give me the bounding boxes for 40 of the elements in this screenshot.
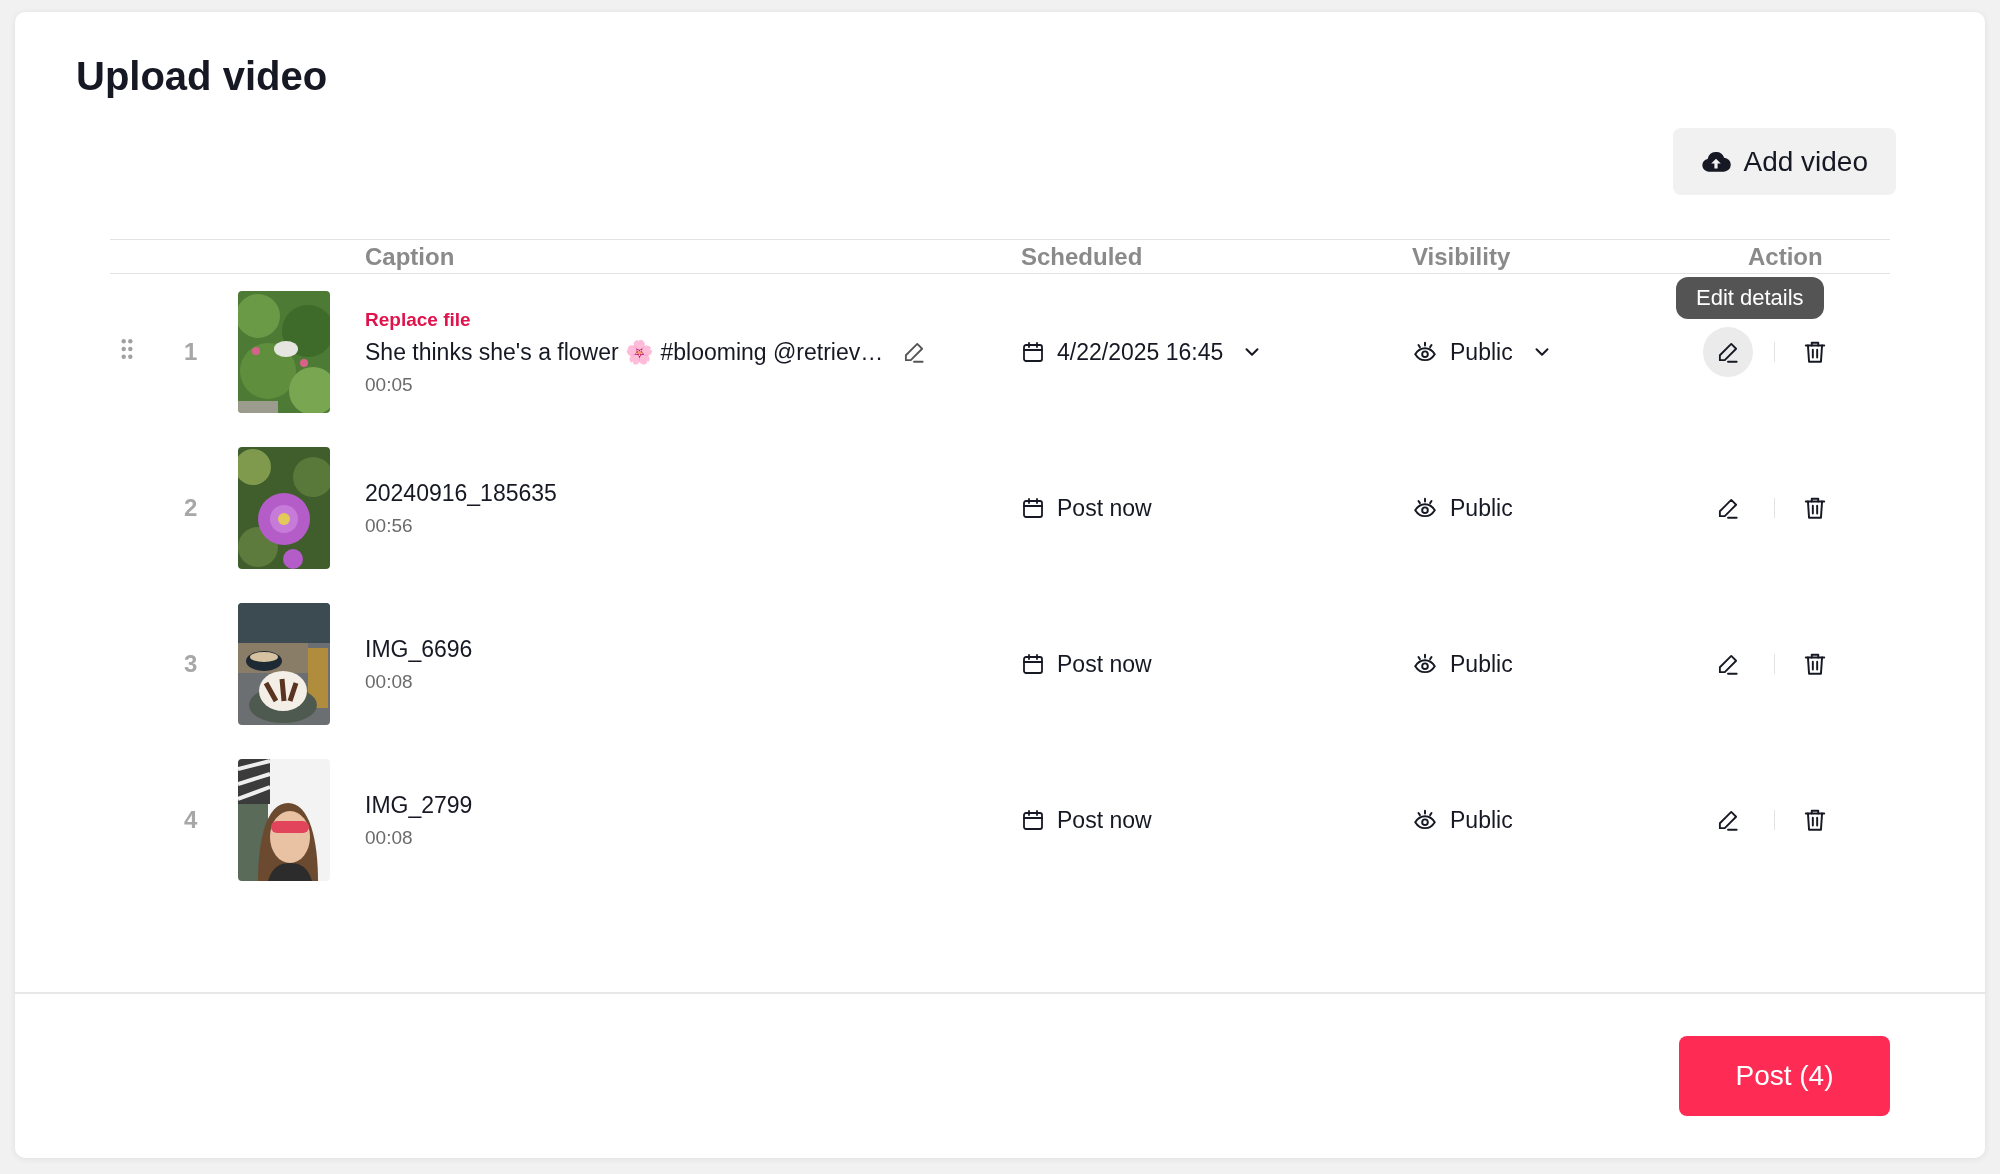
caption-text: IMG_2799 — [365, 791, 473, 819]
drag-handle-icon[interactable] — [120, 338, 134, 360]
page-title: Upload video — [76, 53, 329, 100]
caption-text: 20240916_185635 — [365, 479, 557, 507]
row-number: 3 — [183, 650, 198, 678]
add-video-button[interactable]: Add video — [1673, 128, 1896, 195]
schedule-text: Post now — [1057, 494, 1152, 522]
calendar-icon — [1021, 496, 1045, 520]
calendar-icon — [1021, 808, 1045, 832]
duration-text: 00:08 — [365, 826, 414, 849]
calendar-icon — [1021, 652, 1045, 676]
replace-file-link[interactable]: Replace file — [365, 308, 1021, 331]
trash-icon — [1802, 495, 1828, 521]
cloud-upload-icon — [1701, 149, 1732, 174]
edit-button[interactable] — [1703, 327, 1753, 377]
row-number: 4 — [183, 806, 198, 834]
caption-text: IMG_6696 — [365, 635, 473, 663]
row-number: 1 — [183, 338, 198, 366]
calendar-icon — [1021, 340, 1045, 364]
visibility-text: Public — [1450, 806, 1513, 834]
visibility-text: Public — [1450, 494, 1513, 522]
post-button[interactable]: Post (4) — [1679, 1036, 1890, 1116]
column-header: Action — [1747, 242, 1824, 271]
visibility-text: Public — [1450, 650, 1513, 678]
duration-text: 00:08 — [365, 670, 414, 693]
duration-text: 00:56 — [365, 514, 414, 537]
caption-text: She thinks she's a flower 🌸 #blooming @retriev… — [365, 338, 884, 366]
schedule-text: Post now — [1057, 806, 1152, 834]
schedule-text: 4/22/2025 16:45 — [1057, 338, 1224, 366]
duration-text: 00:05 — [365, 373, 414, 396]
trash-icon — [1802, 807, 1828, 833]
row-number: 2 — [183, 494, 198, 522]
trash-icon — [1802, 339, 1828, 365]
column-header: Caption — [365, 242, 456, 271]
tooltip: Edit details — [1676, 277, 1824, 319]
column-header: Scheduled — [1021, 242, 1144, 271]
visibility-text: Public — [1450, 338, 1513, 366]
schedule-text: Post now — [1057, 650, 1152, 678]
column-header: Visibility — [1412, 242, 1512, 271]
trash-icon — [1802, 651, 1828, 677]
